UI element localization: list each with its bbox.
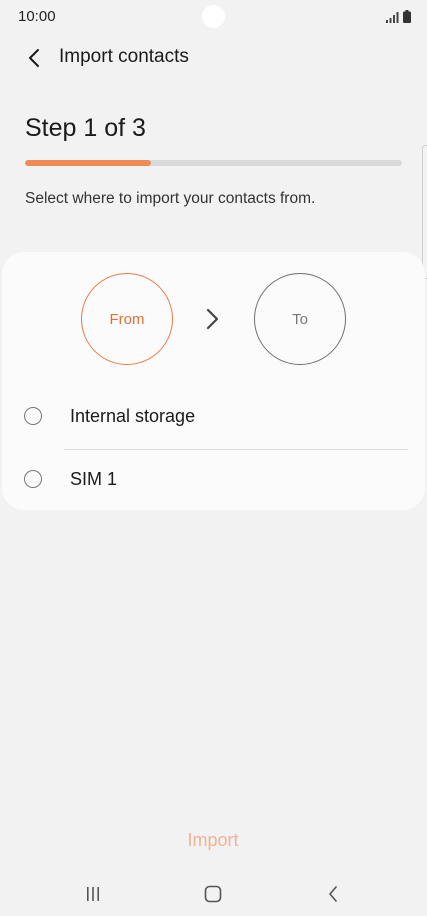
camera-cutout [202,5,225,28]
back-icon [329,886,337,902]
battery-icon [403,10,411,23]
back-button[interactable] [18,42,50,74]
option-internal-storage[interactable]: Internal storage [2,391,425,445]
from-label: From [109,310,145,328]
instruction-text: Select where to import your contacts fro… [25,190,316,207]
option-label: SIM 1 [70,469,118,489]
progress-bar [25,160,402,166]
signal-icon [386,12,399,23]
home-button[interactable] [193,880,233,908]
nav-back-button[interactable] [313,880,353,908]
scroll-indicator[interactable] [422,145,427,279]
home-icon [204,885,222,903]
to-step-circle: To [254,273,346,365]
import-button[interactable]: Import [163,826,263,854]
to-label: To [292,310,308,328]
step-title: Step 1 of 3 [25,114,146,142]
app-header: Import contacts [0,38,427,76]
page-title: Import contacts [59,46,189,67]
source-card: From To Internal storage SIM 1 [2,252,425,510]
import-contacts-screen: 10:00 Import contacts Step 1 of 3 Select… [0,0,427,916]
recents-icon [87,887,99,901]
radio-button[interactable] [24,407,42,425]
radio-button[interactable] [24,470,42,488]
from-step-circle: From [81,273,173,365]
status-time: 10:00 [18,8,56,25]
chevron-right-icon [206,308,219,330]
status-icons [386,9,411,23]
option-sim-1[interactable]: SIM 1 [2,454,425,508]
progress-fill [25,160,151,166]
divider [64,449,408,450]
navigation-bar [0,872,427,916]
chevron-left-icon [29,49,39,67]
status-bar: 10:00 [0,0,427,34]
option-label: Internal storage [70,406,196,426]
recents-button[interactable] [73,880,113,908]
